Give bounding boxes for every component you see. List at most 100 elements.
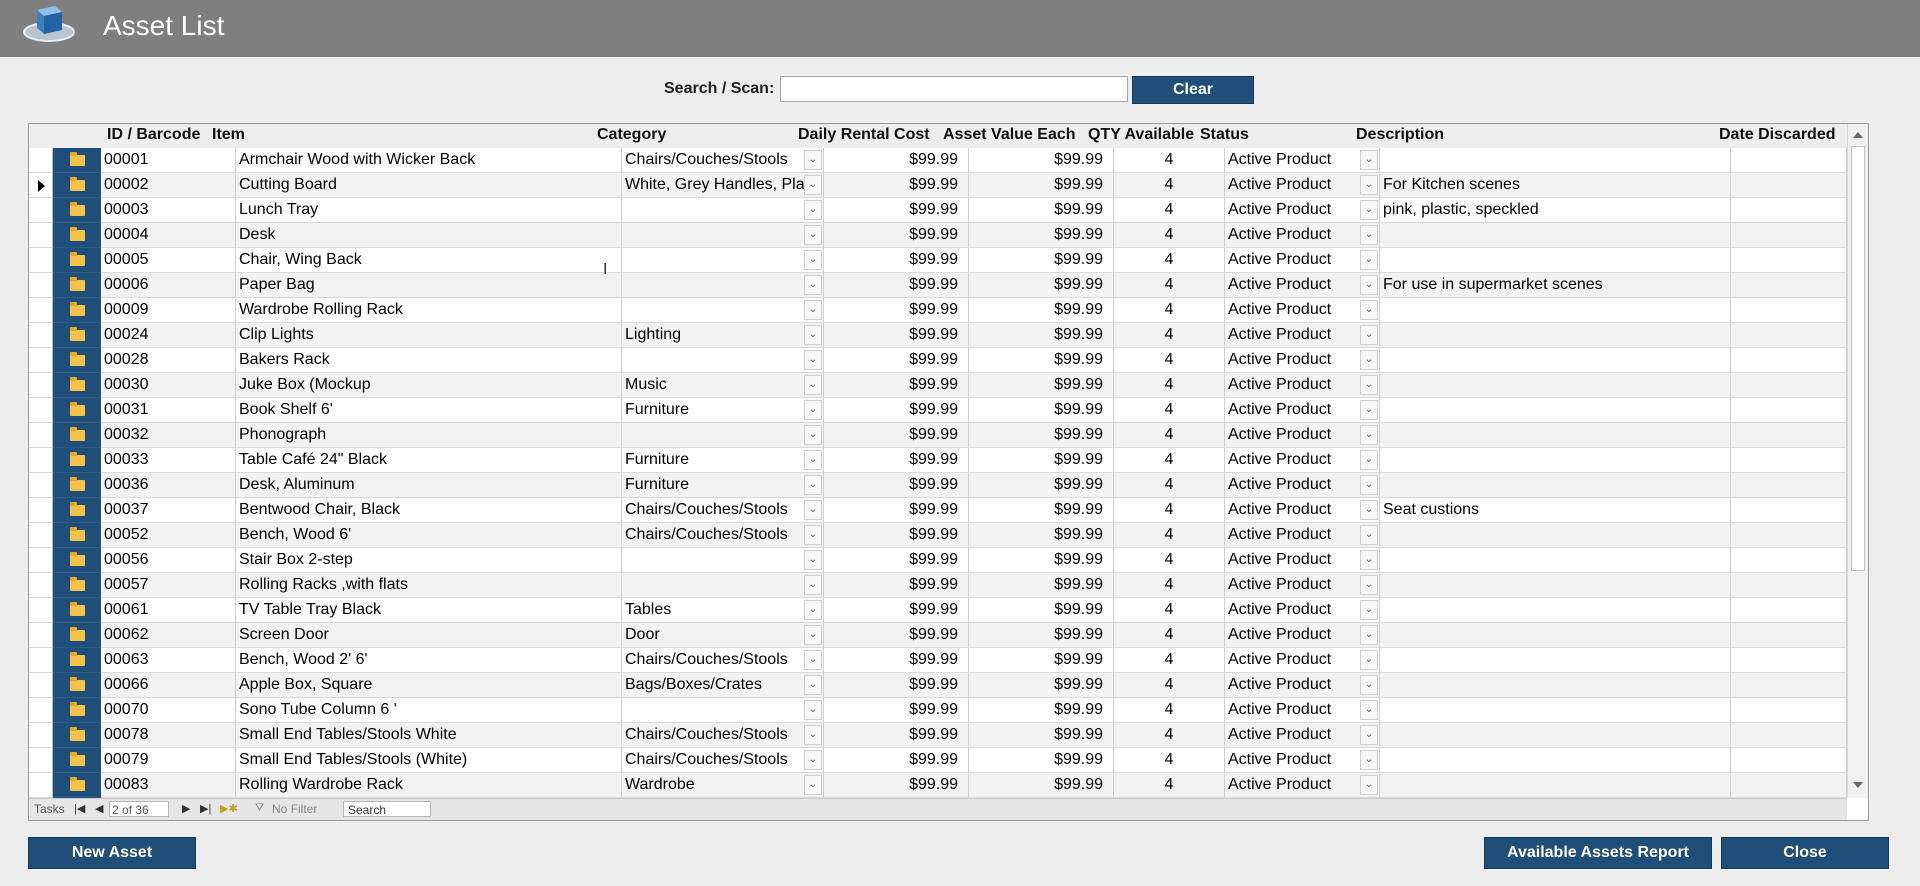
cell-description[interactable] xyxy=(1380,723,1731,748)
chevron-down-icon[interactable]: ⌄ xyxy=(1360,375,1378,395)
chevron-down-icon[interactable]: ⌄ xyxy=(1360,300,1378,320)
cell-category[interactable]: ⌄ xyxy=(622,273,824,298)
cell-id[interactable]: 00004 xyxy=(101,223,236,248)
cell-asset[interactable]: $99.99 xyxy=(969,498,1114,523)
open-record-button[interactable] xyxy=(53,523,101,548)
cell-qty[interactable]: 4 xyxy=(1114,173,1225,198)
cell-status[interactable]: Active Product ⌄ xyxy=(1225,398,1380,423)
new-record-icon[interactable]: ▶✱ xyxy=(220,802,238,815)
cell-daily[interactable]: $99.99 xyxy=(824,248,969,273)
chevron-down-icon[interactable]: ⌄ xyxy=(804,350,822,370)
chevron-down-icon[interactable]: ⌄ xyxy=(1360,350,1378,370)
record-selector[interactable] xyxy=(29,648,53,673)
chevron-down-icon[interactable]: ⌄ xyxy=(804,175,822,195)
cell-description[interactable] xyxy=(1380,348,1731,373)
cell-qty[interactable]: 4 xyxy=(1114,223,1225,248)
cell-description[interactable]: pink, plastic, speckled xyxy=(1380,198,1731,223)
cell-discarded[interactable] xyxy=(1731,473,1847,498)
cell-status[interactable]: Active Product ⌄ xyxy=(1225,248,1380,273)
search-scan-input[interactable] xyxy=(780,76,1128,102)
cell-asset[interactable]: $99.99 xyxy=(969,523,1114,548)
table-row[interactable]: 00024 Clip Lights Lighting ⌄ $99.99 $99.99 4 Ac… xyxy=(29,323,1847,348)
cell-discarded[interactable] xyxy=(1731,173,1847,198)
table-row[interactable]: 00062 Screen Door Door ⌄ $99.99 $99.99 4 Active… xyxy=(29,623,1847,648)
cell-daily[interactable]: $99.99 xyxy=(824,448,969,473)
cell-qty[interactable]: 4 xyxy=(1114,623,1225,648)
cell-item[interactable]: Clip Lights xyxy=(236,323,622,348)
cell-status[interactable]: Active Product ⌄ xyxy=(1225,323,1380,348)
cell-item[interactable]: Sono Tube Column 6 ' xyxy=(236,698,622,723)
cell-daily[interactable]: $99.99 xyxy=(824,623,969,648)
cell-category[interactable]: Wardrobe ⌄ xyxy=(622,773,824,798)
cell-id[interactable]: 00037 xyxy=(101,498,236,523)
cell-description[interactable] xyxy=(1380,323,1731,348)
header-asset-value[interactable]: Asset Value Each xyxy=(943,124,1076,148)
cell-category[interactable]: Chairs/Couches/Stools ⌄ xyxy=(622,648,824,673)
cell-discarded[interactable] xyxy=(1731,273,1847,298)
cell-qty[interactable]: 4 xyxy=(1114,748,1225,773)
chevron-down-icon[interactable]: ⌄ xyxy=(804,650,822,670)
cell-description[interactable] xyxy=(1380,148,1731,173)
chevron-down-icon[interactable]: ⌄ xyxy=(1360,575,1378,595)
cell-qty[interactable]: 4 xyxy=(1114,698,1225,723)
open-record-button[interactable] xyxy=(53,198,101,223)
cell-discarded[interactable] xyxy=(1731,248,1847,273)
chevron-down-icon[interactable]: ⌄ xyxy=(804,475,822,495)
cell-asset[interactable]: $99.99 xyxy=(969,698,1114,723)
table-row[interactable]: 00056 Stair Box 2-step ⌄ $99.99 $99.99 4 Activ… xyxy=(29,548,1847,573)
cell-description[interactable] xyxy=(1380,698,1731,723)
cell-id[interactable]: 00078 xyxy=(101,723,236,748)
table-row[interactable]: 00004 Desk ⌄ $99.99 $99.99 4 Active Product ⌄ xyxy=(29,223,1847,248)
cell-item[interactable]: Small End Tables/Stools (White) xyxy=(236,748,622,773)
header-item[interactable]: Item xyxy=(212,124,245,148)
cell-id[interactable]: 00066 xyxy=(101,673,236,698)
cell-status[interactable]: Active Product ⌄ xyxy=(1225,698,1380,723)
cell-qty[interactable]: 4 xyxy=(1114,373,1225,398)
cell-description[interactable]: For Kitchen scenes xyxy=(1380,173,1731,198)
cell-status[interactable]: Active Product ⌄ xyxy=(1225,448,1380,473)
cell-qty[interactable]: 4 xyxy=(1114,673,1225,698)
record-selector[interactable] xyxy=(29,148,53,173)
cell-id[interactable]: 00002 xyxy=(101,173,236,198)
chevron-down-icon[interactable]: ⌄ xyxy=(804,700,822,720)
cell-id[interactable]: 00028 xyxy=(101,348,236,373)
cell-daily[interactable]: $99.99 xyxy=(824,298,969,323)
cell-category[interactable]: Chairs/Couches/Stools ⌄ xyxy=(622,723,824,748)
cell-description[interactable] xyxy=(1380,773,1731,798)
record-selector[interactable] xyxy=(29,723,53,748)
cell-item[interactable]: TV Table Tray Black xyxy=(236,598,622,623)
open-record-button[interactable] xyxy=(53,673,101,698)
chevron-down-icon[interactable]: ⌄ xyxy=(804,325,822,345)
cell-id[interactable]: 00005 xyxy=(101,248,236,273)
cell-discarded[interactable] xyxy=(1731,623,1847,648)
cell-asset[interactable]: $99.99 xyxy=(969,298,1114,323)
record-selector[interactable] xyxy=(29,248,53,273)
available-assets-report-button[interactable]: Available Assets Report xyxy=(1484,837,1712,869)
cell-id[interactable]: 00031 xyxy=(101,398,236,423)
record-selector[interactable] xyxy=(29,173,53,198)
cell-item[interactable]: Bench, Wood 6' xyxy=(236,523,622,548)
chevron-down-icon[interactable]: ⌄ xyxy=(1360,425,1378,445)
cell-qty[interactable]: 4 xyxy=(1114,398,1225,423)
cell-id[interactable]: 00061 xyxy=(101,598,236,623)
cell-id[interactable]: 00003 xyxy=(101,198,236,223)
cell-description[interactable] xyxy=(1380,398,1731,423)
cell-status[interactable]: Active Product ⌄ xyxy=(1225,673,1380,698)
cell-status[interactable]: Active Product ⌄ xyxy=(1225,373,1380,398)
table-row[interactable]: 00066 Apple Box, Square Bags/Boxes/Crates ⌄… xyxy=(29,673,1847,698)
cell-item[interactable]: Small End Tables/Stools White xyxy=(236,723,622,748)
cell-qty[interactable]: 4 xyxy=(1114,423,1225,448)
table-row[interactable]: 00063 Bench, Wood 2' 6' Chairs/Couches/Sto… xyxy=(29,648,1847,673)
cell-asset[interactable]: $99.99 xyxy=(969,598,1114,623)
cell-discarded[interactable] xyxy=(1731,573,1847,598)
cell-category[interactable]: Chairs/Couches/Stools ⌄ xyxy=(622,523,824,548)
record-selector[interactable] xyxy=(29,423,53,448)
chevron-down-icon[interactable]: ⌄ xyxy=(804,775,822,795)
cell-daily[interactable]: $99.99 xyxy=(824,148,969,173)
cell-id[interactable]: 00083 xyxy=(101,773,236,798)
cell-status[interactable]: Active Product ⌄ xyxy=(1225,748,1380,773)
cell-category[interactable]: ⌄ xyxy=(622,548,824,573)
open-record-button[interactable] xyxy=(53,448,101,473)
cell-description[interactable] xyxy=(1380,373,1731,398)
cell-asset[interactable]: $99.99 xyxy=(969,723,1114,748)
